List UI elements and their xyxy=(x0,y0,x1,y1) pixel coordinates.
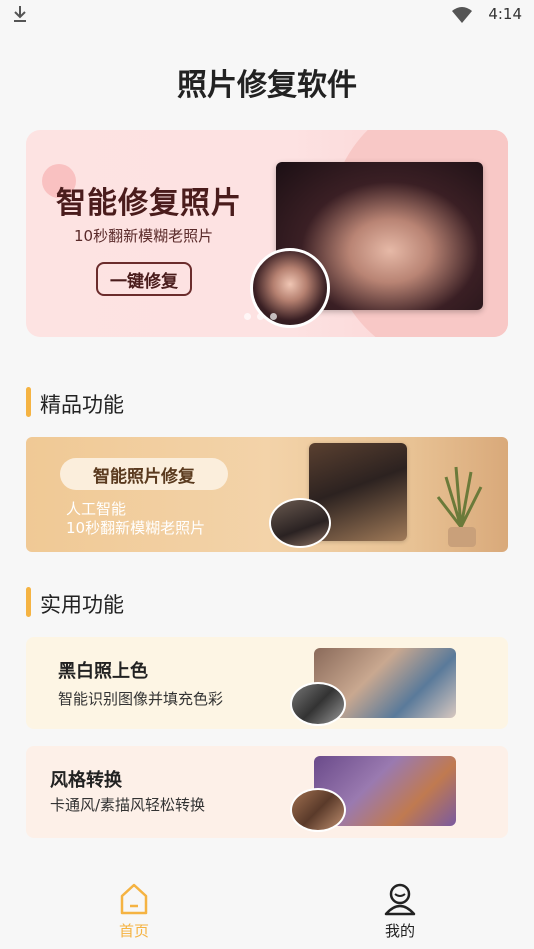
premium-card-pill: 智能照片修复 xyxy=(60,458,228,490)
hero-banner[interactable]: 智能修复照片 10秒翻新模糊老照片 一键修复 xyxy=(26,130,508,337)
style-transfer-card-title: 风格转换 xyxy=(50,770,122,791)
nav-label-mine: 我的 xyxy=(384,922,415,940)
section-accent-bar xyxy=(26,587,31,617)
section-title-premium: 精品功能 xyxy=(40,393,124,417)
nav-label-home: 首页 xyxy=(118,922,149,940)
colorize-card-title: 黑白照上色 xyxy=(58,661,148,682)
nav-item-home[interactable]: 首页 xyxy=(104,882,164,941)
colorize-card-thumb xyxy=(290,682,346,726)
carousel-indicator[interactable] xyxy=(244,313,277,320)
nav-item-mine[interactable]: 我的 xyxy=(370,882,430,941)
colorize-card-subtitle: 智能识别图像并填充色彩 xyxy=(58,690,224,708)
premium-card-line2: 10秒翻新模糊老照片 xyxy=(66,519,206,537)
page-title: 照片修复软件 xyxy=(177,68,357,103)
status-time: 4:14 xyxy=(488,5,522,23)
style-transfer-card-subtitle: 卡通风/素描风轻松转换 xyxy=(50,796,206,814)
section-title-practical: 实用功能 xyxy=(40,593,124,617)
style-transfer-card-thumb xyxy=(290,788,346,832)
carousel-dot[interactable] xyxy=(257,313,264,320)
carousel-dot[interactable] xyxy=(270,313,277,320)
colorize-card[interactable]: 黑白照上色 智能识别图像并填充色彩 xyxy=(26,637,508,729)
plant-decoration xyxy=(436,466,483,547)
carousel-dot[interactable] xyxy=(244,313,251,320)
one-click-repair-button[interactable]: 一键修复 xyxy=(96,262,192,296)
style-transfer-card[interactable]: 风格转换 卡通风/素描风轻松转换 xyxy=(26,746,508,838)
hero-subtitle: 10秒翻新模糊老照片 xyxy=(74,227,214,245)
home-icon xyxy=(120,883,148,915)
section-accent-bar xyxy=(26,387,31,417)
bottom-nav: 首页 我的 xyxy=(0,868,534,949)
download-icon xyxy=(14,6,26,22)
premium-card-thumb xyxy=(269,498,331,548)
wifi-icon xyxy=(452,7,472,23)
premium-card-line1: 人工智能 xyxy=(66,500,127,518)
premium-photo-repair-card[interactable]: 智能照片修复 人工智能 10秒翻新模糊老照片 xyxy=(26,437,508,552)
user-icon xyxy=(384,883,416,916)
hero-title: 智能修复照片 xyxy=(56,186,242,221)
status-bar: 4:14 xyxy=(0,0,534,30)
